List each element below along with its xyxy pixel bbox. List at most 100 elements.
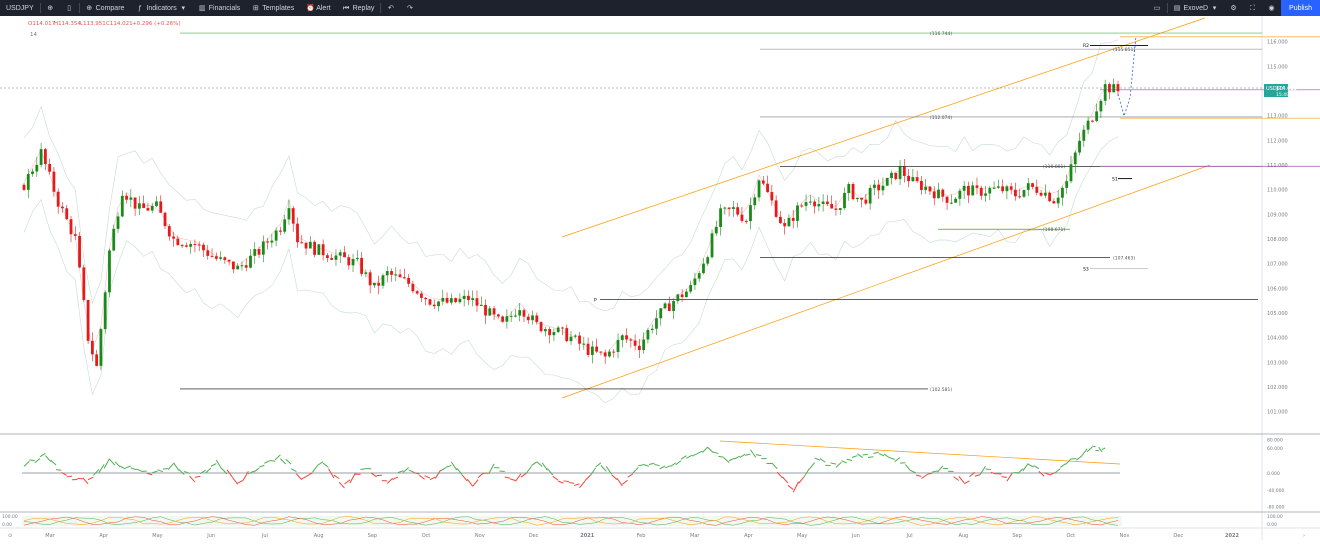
candle-body: [612, 352, 615, 353]
oscillator-segment: [868, 457, 873, 458]
candle-body: [283, 219, 286, 231]
candle-body: [847, 184, 850, 193]
ohlc-change: +0.296 (+0.26%): [132, 21, 180, 27]
candle-body: [74, 234, 77, 236]
candle-body: [800, 205, 803, 206]
price-tick-label: 104.000: [1267, 336, 1288, 342]
publish-button[interactable]: Publish: [1281, 0, 1320, 16]
time-tick-label: Oct: [1066, 533, 1075, 539]
symbol-search[interactable]: USDJPY: [0, 0, 40, 16]
price-tick-label: 113.000: [1267, 114, 1288, 120]
candle-body: [403, 277, 406, 278]
pivot-label-s3: S3: [1083, 266, 1089, 272]
add-symbol-button[interactable]: ⊕: [41, 0, 60, 16]
time-tick-label: Jul: [261, 533, 268, 539]
candle-body: [100, 329, 103, 366]
candle-body: [138, 203, 141, 208]
time-tick-label: Sep: [368, 533, 377, 539]
compare-button[interactable]: ⊕Compare: [80, 0, 131, 16]
candle-body: [681, 294, 684, 297]
candle-body: [946, 197, 949, 203]
candle-body: [129, 197, 132, 199]
candle-body: [510, 316, 513, 317]
candle-body: [907, 176, 910, 181]
candle-body: [317, 244, 320, 255]
indicators-button[interactable]: ƒIndicators▾: [130, 0, 192, 16]
chart-area[interactable]: O114.017 H114.354 L113.951 C114.021 +0.2…: [0, 16, 1320, 540]
time-tick-label: May: [797, 533, 807, 539]
interval-button[interactable]: ▯: [60, 0, 79, 16]
candle-body: [548, 329, 551, 335]
account-menu[interactable]: ▤ExoveD▾: [1168, 0, 1225, 16]
candle-body: [1018, 196, 1021, 197]
candle-body: [766, 184, 769, 192]
candle-body: [189, 244, 192, 247]
financials-icon: ▥: [199, 5, 206, 12]
indicators-label: Indicators: [146, 5, 176, 12]
snapshot-button[interactable]: ◉: [1262, 0, 1281, 16]
price-chart[interactable]: O114.017 H114.354 L113.951 C114.021 +0.2…: [0, 16, 1320, 540]
scroll-right-icon[interactable]: ›: [1303, 533, 1305, 539]
candle-body: [429, 299, 432, 304]
candle-body: [347, 257, 350, 265]
candle-body: [540, 322, 543, 331]
layout-button[interactable]: ▭: [1148, 0, 1167, 16]
candle-body: [903, 167, 906, 176]
replay-button[interactable]: ⏮Replay: [337, 0, 381, 16]
time-tick-label: Jul: [906, 533, 913, 539]
fullscreen-button[interactable]: ⛶: [1243, 0, 1262, 16]
candle-body: [1091, 121, 1094, 122]
compare-icon: ⊕: [86, 5, 93, 12]
candle-body: [159, 201, 162, 212]
candle-body: [882, 186, 885, 191]
candle-body: [223, 257, 226, 260]
symbol-label: USDJPY: [6, 5, 34, 12]
candle-body: [792, 218, 795, 221]
undo-button[interactable]: ↶: [381, 0, 400, 16]
last-price-value: 114.021: [1276, 86, 1297, 92]
candle-body: [523, 310, 526, 317]
time-tick-label: 2021: [580, 533, 594, 539]
candle-body: [1005, 186, 1008, 191]
candle-body: [112, 229, 115, 251]
candle-body: [433, 305, 436, 307]
candle-body: [728, 208, 731, 209]
candle-body: [976, 185, 979, 187]
price-level-label: (112.074): [930, 115, 952, 121]
goto-date-icon[interactable]: ⊙: [8, 533, 12, 539]
financials-button[interactable]: ▥Financials: [193, 0, 247, 16]
candle-body: [61, 207, 64, 209]
candle-body: [839, 208, 842, 210]
candle-body: [309, 242, 312, 249]
candle-body: [1087, 121, 1090, 130]
candle-body: [1052, 201, 1055, 203]
candle-body: [245, 265, 248, 267]
candle-body: [1035, 187, 1038, 193]
candle-body: [1044, 193, 1047, 196]
candle-body: [352, 259, 355, 265]
time-tick-label: Nov: [1120, 533, 1130, 539]
price-level-label: (110.801): [1043, 164, 1065, 170]
time-tick-label: Mar: [45, 533, 55, 539]
candle-body: [617, 340, 620, 352]
candle-body: [958, 191, 961, 199]
candle-body: [736, 207, 739, 214]
candle-body: [1074, 153, 1077, 165]
candle-body: [886, 178, 889, 186]
candle-body: [488, 308, 491, 315]
alert-button[interactable]: ⏰Alert: [300, 0, 336, 16]
price-level-label: (108.671): [1043, 227, 1065, 233]
candle-body: [125, 196, 128, 200]
time-tick-label: Dec: [529, 533, 539, 539]
candle-body: [920, 181, 923, 190]
candle-body: [749, 205, 752, 221]
redo-button[interactable]: ↷: [400, 0, 419, 16]
candle-body: [1057, 198, 1060, 204]
candle-body: [954, 199, 957, 203]
candle-body: [591, 347, 594, 355]
candle-body: [23, 185, 26, 190]
price-tick-label: 102.000: [1267, 385, 1288, 391]
templates-button[interactable]: ⊞Templates: [246, 0, 300, 16]
settings-button[interactable]: ⚙: [1224, 0, 1243, 16]
candle-body: [826, 202, 829, 204]
